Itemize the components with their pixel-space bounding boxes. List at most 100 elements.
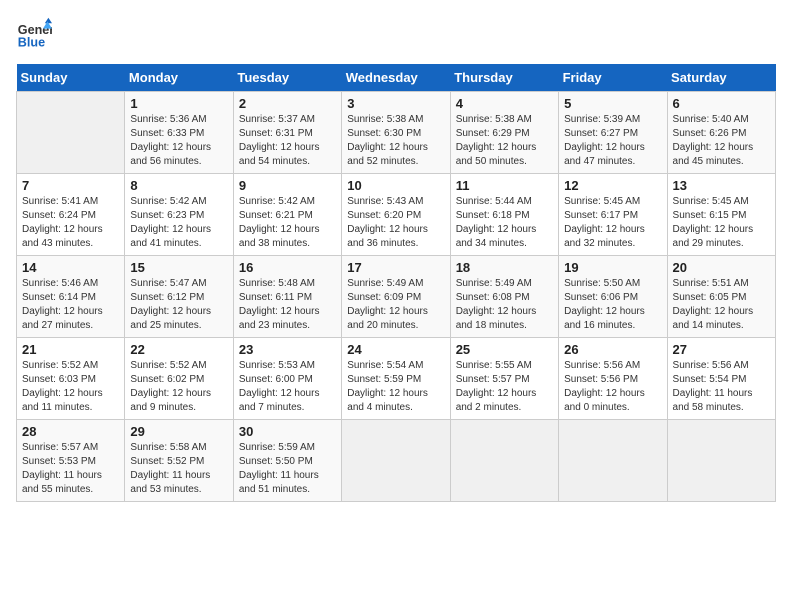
day-info: Sunrise: 5:59 AM Sunset: 5:50 PM Dayligh… [239, 441, 336, 497]
table-row: 7Sunrise: 5:41 AM Sunset: 6:24 PM Daylig… [17, 174, 125, 256]
day-number: 11 [456, 178, 553, 193]
calendar-row: 28 Sunrise: 5:57 AM Sunset: 5:53 PM Dayli… [17, 420, 776, 502]
day-info: Sunrise: 5:49 AM Sunset: 6:08 PM Dayligh… [456, 277, 553, 333]
table-row: 25 Sunrise: 5:55 AM Sunset: 5:57 PM Dayli… [450, 338, 558, 420]
day-info: Sunrise: 5:52 AM Sunset: 6:03 PM Dayligh… [22, 359, 119, 415]
table-row: 2Sunrise: 5:37 AM Sunset: 6:31 PM Daylig… [233, 92, 341, 174]
table-row: 28 Sunrise: 5:57 AM Sunset: 5:53 PM Dayli… [17, 420, 125, 502]
table-row: 5Sunrise: 5:39 AM Sunset: 6:27 PM Daylig… [559, 92, 667, 174]
day-info: Sunrise: 5:50 AM Sunset: 6:06 PM Dayligh… [564, 277, 661, 333]
day-number: 24 [347, 342, 444, 357]
table-row: 17 Sunrise: 5:49 AM Sunset: 6:09 PM Dayli… [342, 256, 450, 338]
table-row: 1 Sunrise: 5:36 AM Sunset: 6:33 PM Daylig… [125, 92, 233, 174]
day-number: 16 [239, 260, 336, 275]
day-info: Sunrise: 5:39 AM Sunset: 6:27 PM Dayligh… [564, 113, 661, 169]
table-row: 24 Sunrise: 5:54 AM Sunset: 5:59 PM Dayli… [342, 338, 450, 420]
svg-text:Blue: Blue [18, 36, 45, 50]
day-info: Sunrise: 5:45 AM Sunset: 6:17 PM Dayligh… [564, 195, 661, 251]
day-number: 1 [130, 96, 227, 111]
day-info: Sunrise: 5:57 AM Sunset: 5:53 PM Dayligh… [22, 441, 119, 497]
day-info: Sunrise: 5:52 AM Sunset: 6:02 PM Dayligh… [130, 359, 227, 415]
table-row: 4 Sunrise: 5:38 AM Sunset: 6:29 PM Daylig… [450, 92, 558, 174]
table-row: 11 Sunrise: 5:44 AM Sunset: 6:18 PM Dayli… [450, 174, 558, 256]
table-row: 13Sunrise: 5:45 AM Sunset: 6:15 PM Dayli… [667, 174, 775, 256]
day-info: Sunrise: 5:58 AM Sunset: 5:52 PM Dayligh… [130, 441, 227, 497]
weekday-header-thursday: Thursday [450, 64, 558, 92]
day-number: 29 [130, 424, 227, 439]
day-number: 13 [673, 178, 770, 193]
table-row: 14 Sunrise: 5:46 AM Sunset: 6:14 PM Dayli… [17, 256, 125, 338]
day-info: Sunrise: 5:56 AM Sunset: 5:54 PM Dayligh… [673, 359, 770, 415]
weekday-header-saturday: Saturday [667, 64, 775, 92]
day-number: 4 [456, 96, 553, 111]
day-number: 14 [22, 260, 119, 275]
day-number: 30 [239, 424, 336, 439]
table-row: 20 Sunrise: 5:51 AM Sunset: 6:05 PM Dayli… [667, 256, 775, 338]
day-number: 7 [22, 178, 119, 193]
day-number: 3 [347, 96, 444, 111]
table-row [342, 420, 450, 502]
day-info: Sunrise: 5:55 AM Sunset: 5:57 PM Dayligh… [456, 359, 553, 415]
day-number: 22 [130, 342, 227, 357]
day-number: 15 [130, 260, 227, 275]
table-row: 30 Sunrise: 5:59 AM Sunset: 5:50 PM Dayli… [233, 420, 341, 502]
day-number: 21 [22, 342, 119, 357]
table-row: 8 Sunrise: 5:42 AM Sunset: 6:23 PM Daylig… [125, 174, 233, 256]
day-info: Sunrise: 5:53 AM Sunset: 6:00 PM Dayligh… [239, 359, 336, 415]
table-row: 29 Sunrise: 5:58 AM Sunset: 5:52 PM Dayli… [125, 420, 233, 502]
table-row: 22 Sunrise: 5:52 AM Sunset: 6:02 PM Dayli… [125, 338, 233, 420]
calendar-row: 1 Sunrise: 5:36 AM Sunset: 6:33 PM Daylig… [17, 92, 776, 174]
day-info: Sunrise: 5:40 AM Sunset: 6:26 PM Dayligh… [673, 113, 770, 169]
day-number: 12 [564, 178, 661, 193]
day-number: 20 [673, 260, 770, 275]
day-info: Sunrise: 5:48 AM Sunset: 6:11 PM Dayligh… [239, 277, 336, 333]
table-row: 16 Sunrise: 5:48 AM Sunset: 6:11 PM Dayli… [233, 256, 341, 338]
day-number: 19 [564, 260, 661, 275]
table-row: 26Sunrise: 5:56 AM Sunset: 5:56 PM Dayli… [559, 338, 667, 420]
weekday-header-row: SundayMondayTuesdayWednesdayThursdayFrid… [17, 64, 776, 92]
day-info: Sunrise: 5:54 AM Sunset: 5:59 PM Dayligh… [347, 359, 444, 415]
day-info: Sunrise: 5:51 AM Sunset: 6:05 PM Dayligh… [673, 277, 770, 333]
day-number: 18 [456, 260, 553, 275]
table-row: 3 Sunrise: 5:38 AM Sunset: 6:30 PM Daylig… [342, 92, 450, 174]
day-info: Sunrise: 5:42 AM Sunset: 6:21 PM Dayligh… [239, 195, 336, 251]
day-number: 10 [347, 178, 444, 193]
table-row: 15Sunrise: 5:47 AM Sunset: 6:12 PM Dayli… [125, 256, 233, 338]
day-info: Sunrise: 5:38 AM Sunset: 6:30 PM Dayligh… [347, 113, 444, 169]
day-number: 25 [456, 342, 553, 357]
table-row [667, 420, 775, 502]
table-row: 27 Sunrise: 5:56 AM Sunset: 5:54 PM Dayli… [667, 338, 775, 420]
day-number: 26 [564, 342, 661, 357]
day-number: 8 [130, 178, 227, 193]
table-row [17, 92, 125, 174]
table-row: 9 Sunrise: 5:42 AM Sunset: 6:21 PM Daylig… [233, 174, 341, 256]
day-number: 2 [239, 96, 336, 111]
weekday-header-wednesday: Wednesday [342, 64, 450, 92]
logo: General Blue [16, 16, 52, 52]
table-row: 6 Sunrise: 5:40 AM Sunset: 6:26 PM Daylig… [667, 92, 775, 174]
day-info: Sunrise: 5:44 AM Sunset: 6:18 PM Dayligh… [456, 195, 553, 251]
page-header: General Blue [16, 16, 776, 52]
logo-icon: General Blue [16, 16, 52, 52]
day-info: Sunrise: 5:38 AM Sunset: 6:29 PM Dayligh… [456, 113, 553, 169]
day-info: Sunrise: 5:46 AM Sunset: 6:14 PM Dayligh… [22, 277, 119, 333]
table-row [559, 420, 667, 502]
day-info: Sunrise: 5:36 AM Sunset: 6:33 PM Dayligh… [130, 113, 227, 169]
day-info: Sunrise: 5:42 AM Sunset: 6:23 PM Dayligh… [130, 195, 227, 251]
table-row: 21 Sunrise: 5:52 AM Sunset: 6:03 PM Dayli… [17, 338, 125, 420]
day-number: 27 [673, 342, 770, 357]
weekday-header-tuesday: Tuesday [233, 64, 341, 92]
day-number: 28 [22, 424, 119, 439]
table-row: 12 Sunrise: 5:45 AM Sunset: 6:17 PM Dayli… [559, 174, 667, 256]
weekday-header-monday: Monday [125, 64, 233, 92]
calendar-row: 21 Sunrise: 5:52 AM Sunset: 6:03 PM Dayli… [17, 338, 776, 420]
table-row [450, 420, 558, 502]
day-info: Sunrise: 5:43 AM Sunset: 6:20 PM Dayligh… [347, 195, 444, 251]
day-number: 6 [673, 96, 770, 111]
day-info: Sunrise: 5:49 AM Sunset: 6:09 PM Dayligh… [347, 277, 444, 333]
day-number: 9 [239, 178, 336, 193]
day-number: 17 [347, 260, 444, 275]
table-row: 23Sunrise: 5:53 AM Sunset: 6:00 PM Dayli… [233, 338, 341, 420]
calendar-row: 7Sunrise: 5:41 AM Sunset: 6:24 PM Daylig… [17, 174, 776, 256]
weekday-header-friday: Friday [559, 64, 667, 92]
